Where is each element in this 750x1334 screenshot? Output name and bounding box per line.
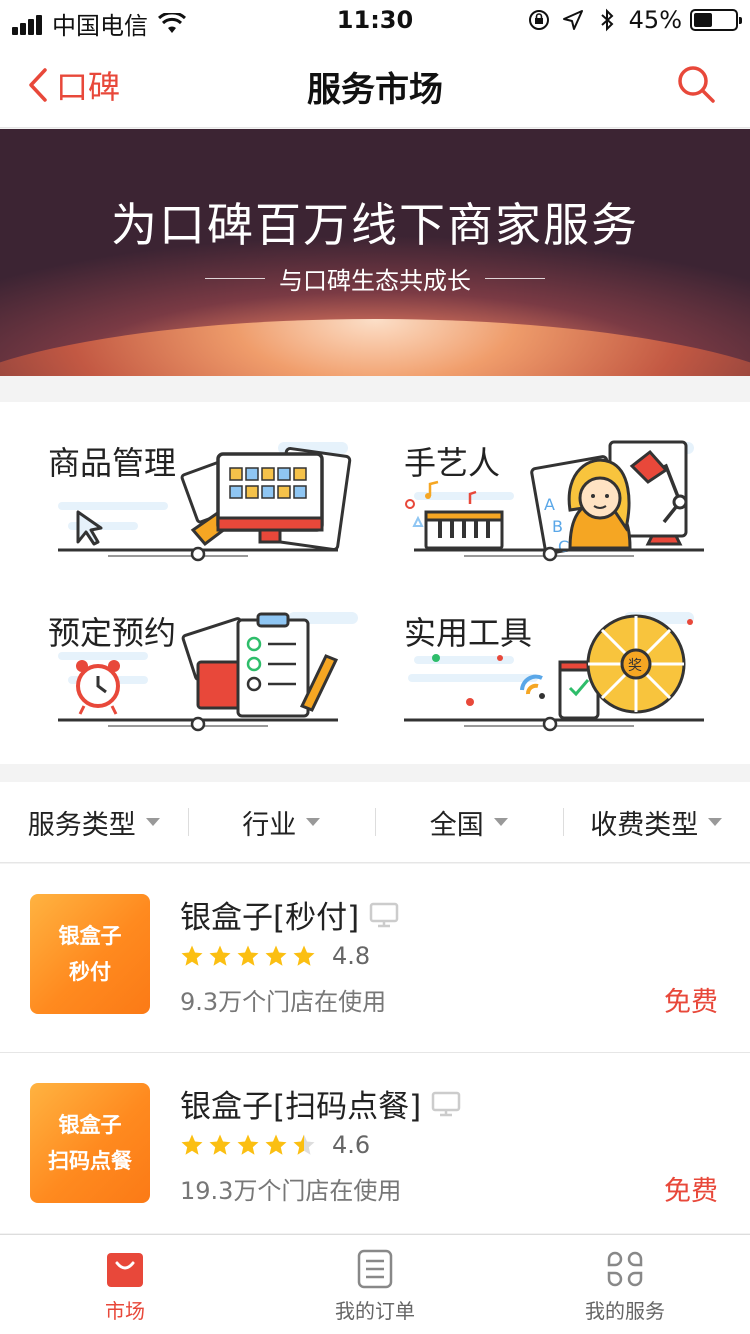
- desktop-icon: [431, 1091, 461, 1116]
- filter-label: 收费类型: [590, 809, 699, 841]
- category-label: 手艺人: [404, 444, 501, 482]
- banner-subtitle-row: 与口碑生态共成长: [0, 261, 750, 296]
- bluetooth-icon: [600, 8, 614, 32]
- svg-text:B: B: [552, 517, 563, 536]
- price-label: 免费: [664, 1176, 718, 1207]
- tab-label: 市场: [105, 1299, 145, 1323]
- category-label: 商品管理: [48, 444, 177, 482]
- tab-label: 我的订单: [335, 1299, 415, 1323]
- star-icon: [265, 1134, 287, 1155]
- shopping-bag-icon: [107, 1253, 143, 1287]
- star-icon: [237, 945, 259, 966]
- caret-down-icon: [708, 818, 723, 826]
- star-icon: [209, 1134, 231, 1155]
- star-rating: [180, 944, 320, 968]
- page-title: 服务市场: [307, 70, 443, 110]
- service-title: 银盒子[秒付]: [180, 900, 360, 936]
- service-title: 银盒子[扫码点餐]: [180, 1089, 422, 1125]
- svg-text:A: A: [544, 495, 555, 514]
- search-icon[interactable]: [676, 64, 716, 104]
- list-item[interactable]: 银盒子 秒付 银盒子[秒付] 4.8 9.3万个门店在使用 免费: [0, 864, 750, 1053]
- usage-count: 9.3万个门店在使用: [180, 988, 387, 1016]
- status-bar: 中国电信 11:30 45%: [0, 0, 750, 40]
- star-rating: [180, 1133, 320, 1157]
- service-logo: 银盒子 秒付: [30, 894, 150, 1014]
- star-icon: [293, 1134, 315, 1155]
- divider: [485, 278, 545, 279]
- battery-fill: [694, 13, 712, 27]
- service-title-row: 银盒子[扫码点餐]: [180, 1081, 461, 1126]
- svg-text:奖: 奖: [628, 657, 642, 674]
- category-artisan[interactable]: A B C 手艺人: [404, 432, 734, 582]
- logo-text: 银盒子: [58, 924, 122, 948]
- filter-region[interactable]: 全国: [375, 782, 563, 862]
- category-tools[interactable]: 奖 实用工具: [404, 602, 734, 752]
- banner-title: 为口碑百万线下商家服务: [111, 198, 639, 252]
- logo-text: 扫码点餐: [48, 1149, 132, 1173]
- orientation-lock-icon: [528, 10, 549, 30]
- logo-text: 银盒子: [58, 1113, 122, 1137]
- filter-label: 行业: [242, 809, 297, 841]
- svg-text:C: C: [558, 537, 569, 556]
- price-label: 免费: [664, 987, 718, 1018]
- tab-label: 我的服务: [585, 1299, 665, 1323]
- desktop-icon: [369, 902, 399, 927]
- service-list: 银盒子 秒付 银盒子[秒付] 4.8 9.3万个门店在使用 免费 银盒子 扫码点…: [0, 864, 750, 1233]
- rating-value: 4.8: [332, 942, 371, 970]
- nav-bar: 口碑 服务市场: [0, 40, 750, 128]
- banner-subtitle: 与口碑生态共成长: [279, 267, 471, 295]
- order-list-icon: [357, 1249, 393, 1289]
- caret-down-icon: [306, 818, 321, 826]
- rating-row: 4.8: [180, 942, 370, 970]
- filter-fee-type[interactable]: 收费类型: [562, 782, 750, 862]
- rating-row: 4.6: [180, 1131, 370, 1159]
- star-icon: [209, 945, 231, 966]
- caret-down-icon: [145, 818, 160, 826]
- filter-label: 全国: [429, 809, 484, 841]
- tab-bar: 市场 我的订单 我的服务: [0, 1234, 750, 1334]
- list-item[interactable]: 银盒子 扫码点餐 银盒子[扫码点餐] 4.6 19.3万个门店在使用 免费: [0, 1053, 750, 1233]
- category-reservation[interactable]: 预定预约: [48, 602, 378, 752]
- battery-icon: [690, 9, 742, 31]
- status-right: 45%: [527, 6, 742, 34]
- star-icon: [237, 1134, 259, 1155]
- rating-value: 4.6: [332, 1131, 371, 1159]
- star-icon: [265, 945, 287, 966]
- category-label: 预定预约: [48, 614, 177, 652]
- filter-service-type[interactable]: 服务类型: [0, 782, 188, 862]
- filter-industry[interactable]: 行业: [187, 782, 376, 862]
- tab-market[interactable]: 市场: [0, 1235, 250, 1334]
- star-icon: [181, 1134, 203, 1155]
- category-grid: 商品管理 A B C 手艺人 预定预约 奖 实用工具: [0, 402, 750, 764]
- service-title-row: 银盒子[秒付]: [180, 892, 399, 937]
- logo-text: 秒付: [69, 960, 111, 984]
- services-grid-icon: [607, 1251, 643, 1287]
- star-icon: [293, 945, 315, 966]
- location-icon: [562, 10, 583, 30]
- service-logo: 银盒子 扫码点餐: [30, 1083, 150, 1203]
- battery-percent: 45%: [628, 6, 682, 34]
- tab-my-services[interactable]: 我的服务: [500, 1235, 750, 1334]
- category-label: 实用工具: [404, 614, 533, 652]
- divider: [205, 278, 265, 279]
- category-product-management[interactable]: 商品管理: [48, 432, 378, 582]
- filter-label: 服务类型: [27, 809, 136, 841]
- star-icon: [181, 945, 203, 966]
- tab-my-orders[interactable]: 我的订单: [250, 1235, 500, 1334]
- caret-down-icon: [493, 818, 508, 826]
- hero-banner[interactable]: 为口碑百万线下商家服务 与口碑生态共成长: [0, 129, 750, 376]
- filter-bar: 服务类型 行业 全国 收费类型: [0, 782, 750, 863]
- usage-count: 19.3万个门店在使用: [180, 1177, 402, 1205]
